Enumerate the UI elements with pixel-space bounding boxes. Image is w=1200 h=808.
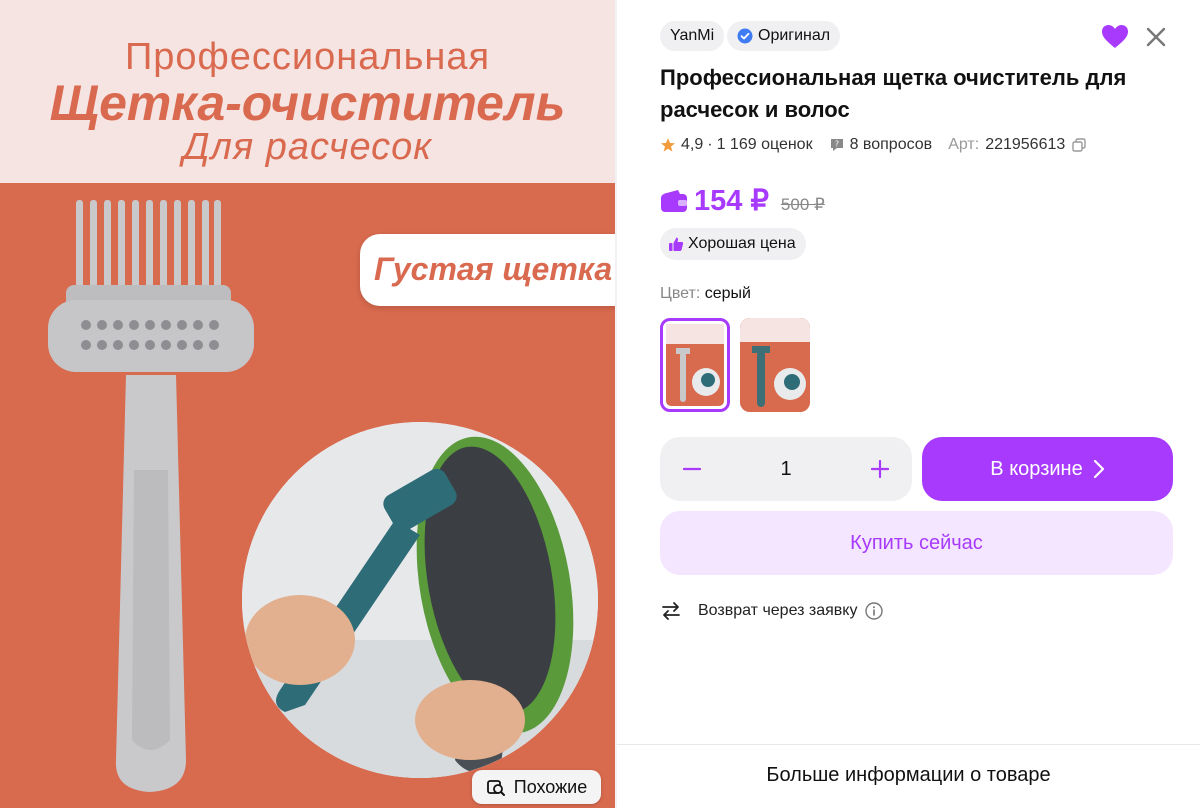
- original-chip[interactable]: Оригинал: [727, 21, 841, 51]
- color-option-dark[interactable]: [740, 318, 810, 412]
- minus-icon: [682, 467, 702, 471]
- original-label: Оригинал: [758, 27, 831, 44]
- quantity-stepper: 1: [660, 437, 912, 501]
- questions-count[interactable]: 8 вопросов: [850, 136, 933, 154]
- thumbnail-gray-image: [666, 324, 724, 406]
- svg-text:?: ?: [834, 140, 838, 149]
- product-meta: 4,9 · 1 169 оценок ? 8 вопросов Арт: 221…: [660, 136, 1087, 154]
- dense-brush-label: Густая щетка: [374, 251, 613, 287]
- return-arrows-icon: [662, 602, 680, 620]
- thumbnail-dark-image: [740, 318, 810, 412]
- similar-search-icon: [486, 780, 505, 796]
- decrement-button[interactable]: [660, 437, 724, 501]
- color-label-text: Цвет:: [660, 285, 701, 302]
- good-price-label: Хорошая цена: [688, 235, 796, 252]
- current-price: 154 ₽: [694, 185, 769, 217]
- star-icon: [661, 138, 675, 152]
- return-label: Возврат через заявку: [698, 602, 858, 619]
- verified-icon: [737, 28, 753, 44]
- section-divider: [617, 744, 1200, 745]
- reviews-count[interactable]: 1 169 оценок: [717, 136, 813, 154]
- plus-icon: [870, 459, 890, 479]
- info-icon[interactable]: [865, 602, 884, 620]
- old-price: 500 ₽: [780, 195, 825, 214]
- wallet-icon: [661, 189, 687, 212]
- more-info-link[interactable]: Больше информации о товаре: [617, 764, 1200, 787]
- thumbs-up-icon: [669, 237, 684, 251]
- favorite-heart-icon[interactable]: [1101, 24, 1129, 50]
- in-cart-label: В корзине: [990, 457, 1083, 480]
- copy-icon[interactable]: [1071, 137, 1087, 153]
- product-title: Профессиональная щетка очиститель для ра…: [660, 65, 1127, 122]
- brand-chip[interactable]: YanMi: [660, 21, 725, 51]
- increment-button[interactable]: [848, 437, 912, 501]
- buy-now-button[interactable]: Купить сейчас: [660, 511, 1173, 575]
- product-image-gallery[interactable]: Профессиональная Щетка-очиститель Для ра…: [0, 0, 615, 808]
- buy-now-label: Купить сейчас: [850, 531, 983, 554]
- similar-label: Похожие: [513, 776, 588, 797]
- questions-icon: ?: [830, 139, 843, 151]
- in-cart-button[interactable]: В корзине: [922, 437, 1173, 501]
- price-row: 154 ₽ 500 ₽: [660, 183, 825, 218]
- color-option-gray[interactable]: [660, 318, 730, 412]
- return-policy: Возврат через заявку: [660, 600, 884, 622]
- color-selector-label: Цвет: серый: [660, 285, 751, 303]
- product-info-panel: YanMi Оригинал Профессиональная щетка оч…: [617, 0, 1200, 808]
- comb-cleaner-illustration: [48, 200, 598, 792]
- article-number: 221956613: [985, 136, 1066, 153]
- similar-button[interactable]: Похожие: [472, 770, 601, 804]
- article-label: Арт:: [948, 136, 980, 153]
- close-icon[interactable]: [1143, 24, 1169, 50]
- meta-separator: ·: [707, 136, 713, 153]
- brand-name: YanMi: [670, 27, 715, 44]
- quantity-value[interactable]: 1: [724, 437, 848, 501]
- dense-brush-badge: Густая щетка: [360, 234, 615, 306]
- good-price-badge[interactable]: Хорошая цена: [660, 228, 806, 260]
- color-value: серый: [704, 285, 751, 302]
- chevron-right-icon: [1093, 459, 1104, 479]
- rating-value: 4,9: [681, 136, 704, 153]
